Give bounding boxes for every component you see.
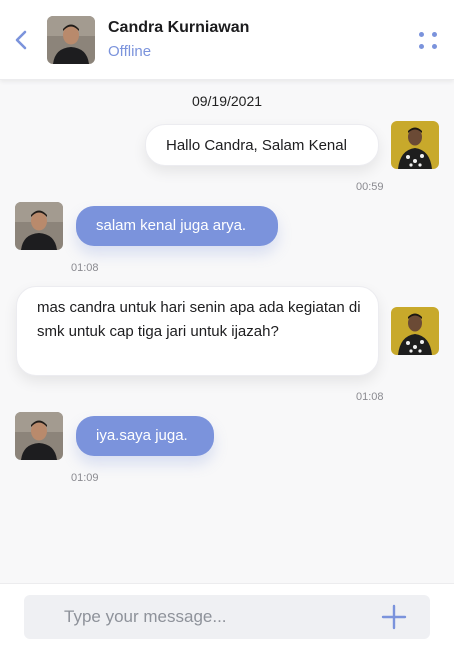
message-input[interactable] [24, 595, 364, 639]
message-text: mas candra untuk hari senin apa ada kegi… [37, 299, 361, 340]
message-time: 01:08 [356, 391, 384, 403]
menu-dot [432, 44, 437, 49]
menu-dot [419, 32, 424, 37]
my-avatar[interactable] [391, 307, 439, 355]
message-time: 01:08 [71, 262, 99, 274]
chevron-left-icon [15, 30, 27, 50]
incoming-message[interactable]: iya.saya juga. [76, 416, 214, 456]
message-text: iya.saya juga. [96, 427, 188, 444]
message-time: 00:59 [356, 181, 384, 193]
back-button[interactable] [10, 28, 32, 52]
outgoing-message[interactable]: Hallo Candra, Salam Kenal [145, 124, 379, 166]
add-button[interactable] [380, 603, 408, 631]
menu-dot [432, 32, 437, 37]
message-text: Hallo Candra, Salam Kenal [166, 137, 347, 154]
chat-header: Candra Kurniawan Offline [0, 0, 454, 80]
contact-avatar[interactable] [15, 412, 63, 460]
message-composer [24, 595, 430, 639]
plus-icon [381, 604, 407, 630]
message-text: salam kenal juga arya. [96, 217, 247, 234]
chat-date: 09/19/2021 [191, 93, 263, 109]
menu-dot [419, 44, 424, 49]
menu-button[interactable] [416, 30, 442, 52]
my-avatar[interactable] [391, 121, 439, 169]
message-time: 01:09 [71, 472, 99, 484]
contact-avatar[interactable] [47, 16, 95, 64]
contact-status: Offline [108, 43, 152, 60]
outgoing-message[interactable]: mas candra untuk hari senin apa ada kegi… [16, 286, 379, 376]
contact-name: Candra Kurniawan [108, 19, 250, 36]
chat-screen: Candra Kurniawan Offline 09/19/2021 Hall… [0, 0, 454, 649]
contact-avatar[interactable] [15, 202, 63, 250]
incoming-message[interactable]: salam kenal juga arya. [76, 206, 278, 246]
